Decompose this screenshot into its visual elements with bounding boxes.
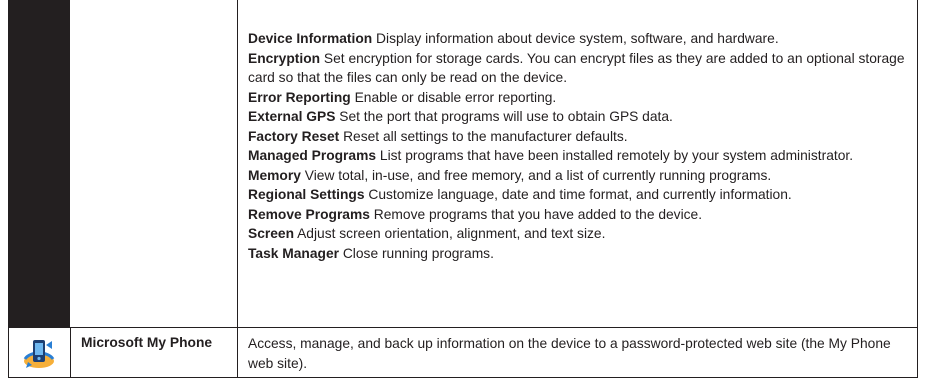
- setting-term: Device Information: [248, 31, 373, 46]
- list-item: Factory Reset Reset all settings to the …: [248, 127, 909, 147]
- setting-term: Error Reporting: [248, 89, 351, 105]
- setting-term: Screen: [248, 226, 295, 241]
- list-item: Encryption Set encryption for storage ca…: [248, 49, 909, 88]
- table-row: Microsoft My Phone Access, manage, and b…: [8, 328, 918, 378]
- icon-cell: [8, 328, 70, 378]
- description-cell: Device Information Display information a…: [238, 0, 918, 328]
- settings-list: Device Information Display information a…: [248, 29, 909, 263]
- setting-description: Adjust screen orientation, alignment, an…: [297, 226, 606, 241]
- setting-description: Set encryption for storage cards. You ca…: [248, 50, 905, 86]
- setting-term: Memory: [248, 167, 301, 183]
- list-item: Error Reporting Enable or disable error …: [248, 88, 909, 108]
- row-title: Microsoft My Phone: [81, 335, 213, 350]
- list-item: Screen Adjust screen orientation, alignm…: [248, 224, 909, 244]
- list-item: Regional Settings Customize language, da…: [248, 185, 909, 205]
- setting-description: List programs that have been installed r…: [379, 148, 854, 163]
- list-item: External GPS Set the port that programs …: [248, 107, 909, 127]
- list-item: Device Information Display information a…: [248, 29, 909, 49]
- name-cell: Microsoft My Phone: [70, 328, 238, 378]
- setting-description: View total, in-use, and free memory, and…: [304, 167, 772, 183]
- setting-term: Managed Programs: [248, 148, 377, 163]
- setting-description: Set the port that programs will use to o…: [339, 109, 673, 124]
- setting-description: Remove programs that you have added to t…: [373, 206, 703, 222]
- setting-description: Reset all settings to the manufacturer d…: [343, 128, 628, 144]
- table-row: Device Information Display information a…: [8, 0, 918, 328]
- setting-description: Close running programs.: [342, 245, 494, 261]
- setting-term: Factory Reset: [248, 128, 340, 144]
- icon-cell: [8, 0, 70, 328]
- settings-table: Device Information Display information a…: [8, 0, 918, 378]
- list-item: Remove Programs Remove programs that you…: [248, 205, 909, 225]
- setting-term: Encryption: [248, 50, 321, 66]
- setting-description: Customize language, date and time format…: [368, 187, 792, 202]
- setting-description: Enable or disable error reporting.: [354, 89, 557, 105]
- setting-description: Display information about device system,…: [376, 31, 779, 46]
- microsoft-my-phone-icon: [23, 340, 55, 368]
- list-item: Task Manager Close running programs.: [248, 244, 909, 264]
- setting-term: Remove Programs: [248, 206, 370, 222]
- name-cell: [70, 0, 238, 328]
- row-description: Access, manage, and back up information …: [248, 336, 891, 371]
- list-item: Memory View total, in-use, and free memo…: [248, 166, 909, 186]
- setting-term: Regional Settings: [248, 187, 365, 202]
- list-item: Managed Programs List programs that have…: [248, 146, 909, 166]
- setting-term: External GPS: [248, 109, 336, 124]
- setting-term: Task Manager: [248, 245, 339, 261]
- description-cell: Access, manage, and back up information …: [238, 328, 918, 378]
